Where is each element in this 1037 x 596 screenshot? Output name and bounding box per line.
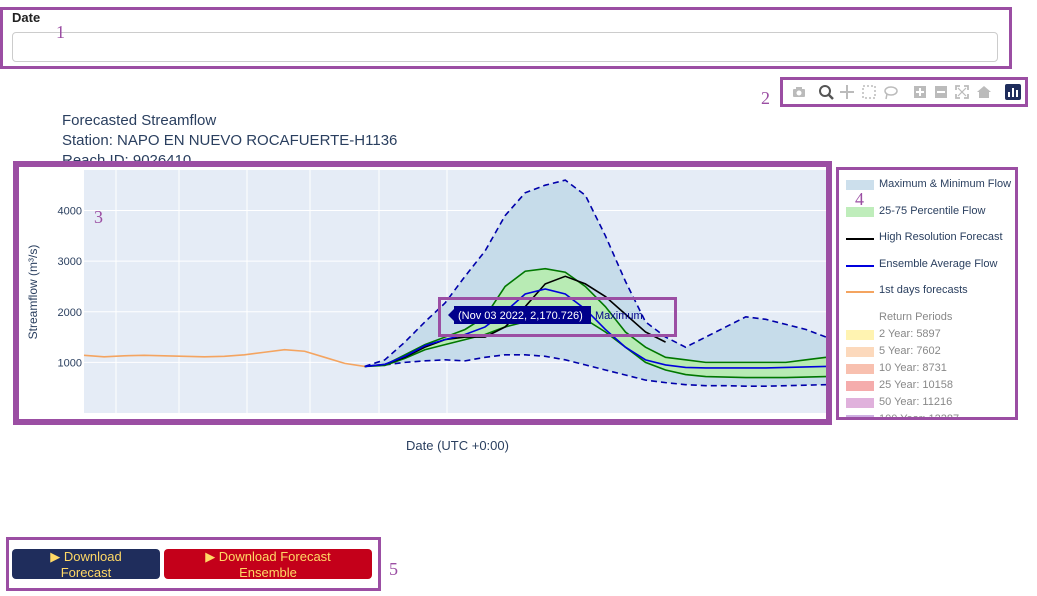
annotation-label-5: 5 <box>389 559 398 579</box>
annotation-label-2: 2 <box>761 88 770 108</box>
annotation-box-hover <box>438 297 677 337</box>
annotation-label-4: 4 <box>855 189 864 209</box>
annotation-box-3 <box>13 161 832 425</box>
chart-station: Station: NAPO EN NUEVO ROCAFUERTE-H1136 <box>62 132 398 149</box>
chart-title: Forecasted Streamflow <box>62 112 217 129</box>
annotation-box-5 <box>6 537 381 591</box>
annotation-label-1: 1 <box>56 22 65 42</box>
annotation-label-3: 3 <box>94 207 103 227</box>
annotation-box-2 <box>780 77 1028 107</box>
x-axis-title: Date (UTC +0:00) <box>406 438 509 453</box>
annotation-box-1 <box>0 7 1012 69</box>
